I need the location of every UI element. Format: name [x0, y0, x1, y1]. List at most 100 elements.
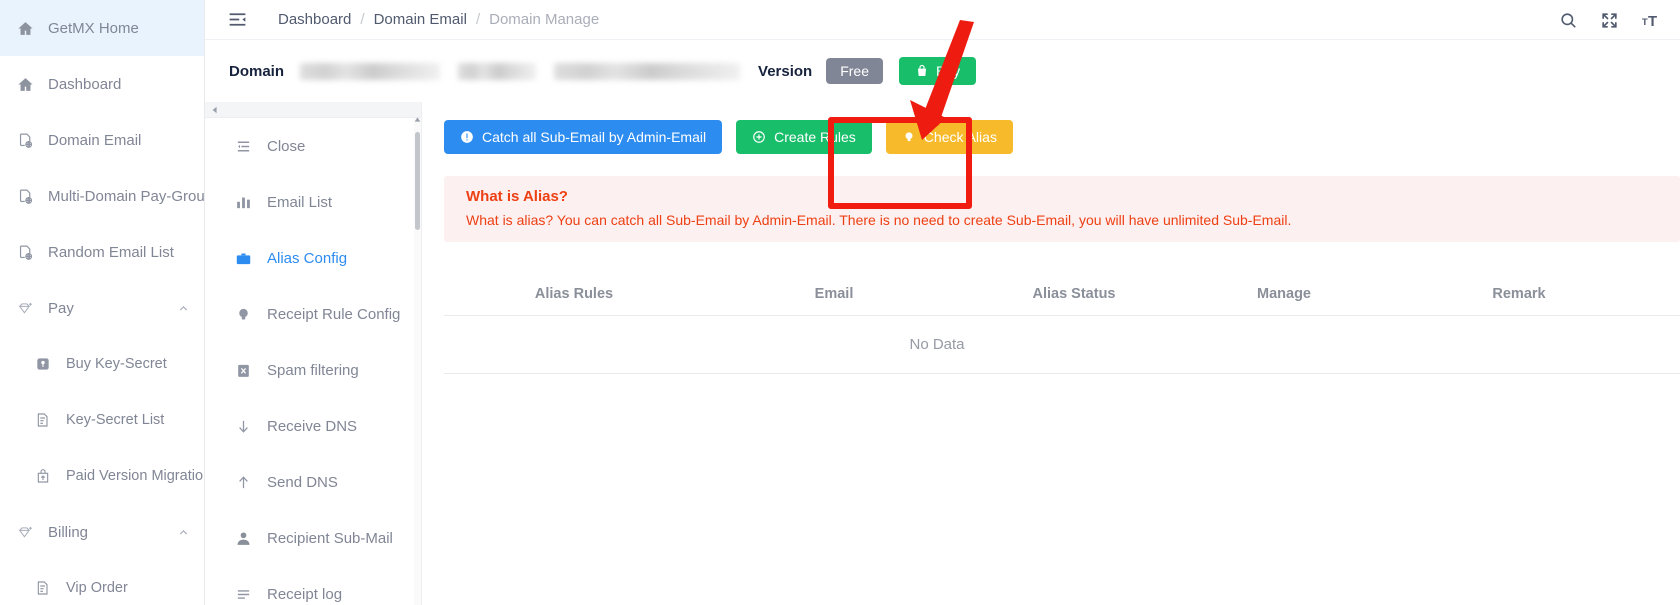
inner-menu-item-receipt-log[interactable]: Receipt log [205, 566, 421, 605]
sidebar-item-label: Random Email List [48, 243, 174, 261]
body-area: Close Email List Alias Config Receipt Ru… [205, 102, 1680, 605]
inner-menu-collapse-toggle[interactable] [205, 102, 421, 118]
sidebar-group-label: Billing [48, 523, 89, 541]
version-badge-free[interactable]: Free [826, 58, 884, 84]
inner-menu-item-label: Receive DNS [267, 417, 358, 435]
catch-all-sub-email-button[interactable]: Catch all Sub-Email by Admin-Email [444, 120, 723, 154]
inner-menu-item-label: Email List [267, 193, 333, 211]
sidebar-item-label: Dashboard [48, 75, 122, 93]
alias-table: Alias Rules Email Alias Status Manage Re… [444, 272, 1680, 374]
caret-left-icon [211, 106, 219, 114]
svg-text:T: T [1642, 16, 1648, 27]
domain-value-redacted [554, 62, 741, 80]
table-column-alias-rules: Alias Rules [534, 285, 614, 302]
bulb-icon [902, 130, 916, 144]
sidebar-item-buy-key-secret[interactable]: Buy Key-Secret [0, 336, 204, 392]
check-alias-button[interactable]: Check Alias [885, 120, 1013, 154]
inner-menu-item-label: Receipt Rule Config [267, 305, 401, 323]
inner-menu-item-label: Close [267, 137, 306, 155]
sidebar-item-label: Buy Key-Secret [66, 356, 167, 372]
inner-menu-item-alias-config[interactable]: Alias Config [205, 230, 421, 286]
inner-menu-item-close[interactable]: Close [205, 118, 421, 174]
inner-menu-item-label: Alias Config [267, 249, 348, 267]
inner-menu-item-send-dns[interactable]: Send DNS [205, 454, 421, 510]
breadcrumb-item-domain-email[interactable]: Domain Email [374, 11, 467, 28]
sidebar-item-domain-email[interactable]: Domain Email [0, 112, 204, 168]
inner-menu-item-label: Recipient Sub-Mail [267, 529, 393, 547]
table-column-email: Email [814, 285, 854, 302]
button-label: Check Alias [923, 129, 997, 145]
breadcrumb: Dashboard / Domain Email / Domain Manage [278, 11, 599, 28]
table-empty-state: No Data [444, 316, 1680, 374]
inner-menu-scrollbar[interactable] [414, 116, 421, 605]
arrow-down-icon [233, 418, 253, 435]
domain-inner-menu: Close Email List Alias Config Receipt Ru… [205, 102, 422, 605]
chevron-up-icon [177, 526, 190, 539]
app-root: GetMX Home Dashboard Domain Email Multi-… [0, 0, 1680, 605]
home-icon [14, 73, 36, 95]
inner-menu-item-email-list[interactable]: Email List [205, 174, 421, 230]
svg-text:T: T [1648, 13, 1657, 29]
bulb-icon [233, 306, 253, 323]
inner-menu-item-receive-dns[interactable]: Receive DNS [205, 398, 421, 454]
domain-label: Domain [229, 62, 285, 80]
sidebar-item-dashboard[interactable]: Dashboard [0, 56, 204, 112]
inner-menu-item-recipient-sub-mail[interactable]: Recipient Sub-Mail [205, 510, 421, 566]
search-icon[interactable] [1559, 11, 1578, 30]
fullscreen-icon[interactable] [1600, 11, 1619, 30]
breadcrumb-item-dashboard[interactable]: Dashboard [278, 11, 351, 28]
sidebar-item-random-email-list[interactable]: Random Email List [0, 224, 204, 280]
list-doc-icon [32, 409, 54, 431]
breadcrumb-separator: / [360, 11, 365, 28]
inner-menu-scroll-thumb[interactable] [415, 132, 420, 230]
inner-menu-item-receipt-rule-config[interactable]: Receipt Rule Config [205, 286, 421, 342]
upload-bag-icon [32, 465, 54, 487]
sidebar-item-label: GetMX Home [48, 19, 139, 37]
table-column-remark: Remark [1492, 285, 1546, 302]
menu-fold-icon[interactable] [227, 9, 248, 30]
alias-info-alert: What is Alias? What is alias? You can ca… [444, 176, 1680, 242]
create-rules-button[interactable]: Create Rules [736, 120, 872, 154]
main-area: Dashboard / Domain Email / Domain Manage [205, 0, 1680, 605]
key-box-icon [32, 353, 54, 375]
domain-bar: Domain Version Free Buy [205, 40, 1680, 102]
diamond-icon [14, 297, 36, 319]
button-label: Create Rules [774, 129, 856, 145]
domain-value-redacted [300, 62, 441, 80]
sidebar-item-getmx-home[interactable]: GetMX Home [0, 0, 204, 56]
buy-button-label: Buy [936, 63, 961, 79]
table-column-manage: Manage [1257, 285, 1311, 302]
sidebar-group-pay[interactable]: Pay [0, 280, 204, 336]
breadcrumb-separator: / [475, 11, 481, 28]
main-sidebar: GetMX Home Dashboard Domain Email Multi-… [0, 0, 205, 605]
sidebar-item-key-secret-list[interactable]: Key-Secret List [0, 392, 204, 448]
table-column-alias-status: Alias Status [1032, 285, 1116, 302]
globe-doc-icon [14, 129, 36, 151]
scroll-up-arrow-icon[interactable] [414, 116, 421, 123]
close-list-icon [233, 138, 253, 155]
top-bar: Dashboard / Domain Email / Domain Manage [205, 0, 1680, 40]
sidebar-item-multi-domain-pay-group[interactable]: Multi-Domain Pay-Group [0, 168, 204, 224]
sidebar-item-vip-order[interactable]: Vip Order [0, 560, 204, 605]
inner-menu-item-label: Receipt log [267, 585, 343, 603]
sidebar-group-label: Pay [48, 299, 74, 317]
sidebar-item-label: Paid Version Migration [66, 468, 204, 484]
sidebar-item-paid-version-migration[interactable]: Paid Version Migration [0, 448, 204, 504]
sidebar-item-label: Multi-Domain Pay-Group [48, 187, 204, 205]
briefcase-icon [233, 250, 253, 267]
sidebar-item-label: Key-Secret List [66, 412, 165, 428]
button-label: Catch all Sub-Email by Admin-Email [482, 129, 707, 145]
alert-title: What is Alias? [466, 188, 568, 205]
chevron-up-icon [177, 302, 190, 315]
sidebar-item-label: Vip Order [66, 580, 128, 596]
inner-menu-item-label: Spam filtering [267, 361, 359, 379]
sidebar-group-billing[interactable]: Billing [0, 504, 204, 560]
arrow-up-icon [233, 474, 253, 491]
buy-button[interactable]: Buy [899, 57, 977, 85]
bar-chart-icon [233, 194, 253, 211]
globe-doc-icon [14, 185, 36, 207]
font-size-icon[interactable]: T T [1641, 10, 1662, 31]
lines-icon [233, 586, 253, 603]
table-header-row: Alias Rules Email Alias Status Manage Re… [444, 272, 1680, 316]
inner-menu-item-spam-filtering[interactable]: Spam filtering [205, 342, 421, 398]
